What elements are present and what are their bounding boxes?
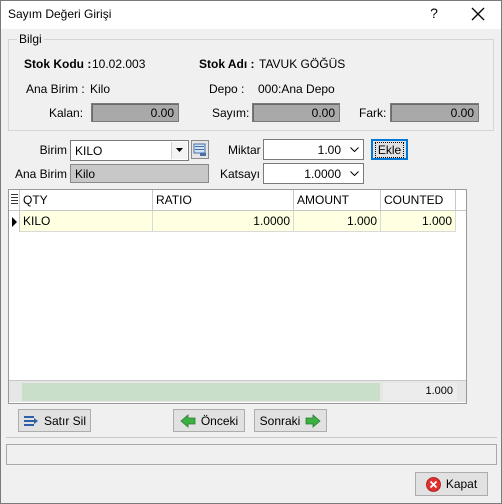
stok-adi-label: Stok Adı : bbox=[199, 57, 255, 71]
kapat-label: Kapat bbox=[445, 477, 478, 491]
birim-combo[interactable]: KILO bbox=[70, 140, 189, 161]
grid-menu-icon[interactable] bbox=[9, 190, 20, 211]
depo-value: 000:Ana Depo bbox=[258, 82, 335, 96]
grid-header: QTY RATIO AMOUNT COUNTED bbox=[9, 190, 466, 211]
miktar-dropdown-button[interactable] bbox=[346, 141, 362, 158]
birim-label: Birim bbox=[39, 143, 67, 157]
onceki-label: Önceki bbox=[200, 413, 239, 428]
grid-footer: 1.000 bbox=[9, 380, 466, 402]
satir-sil-button[interactable]: Satır Sil bbox=[18, 409, 91, 432]
cell-qty[interactable]: KILO bbox=[20, 211, 153, 232]
status-bar bbox=[6, 444, 497, 465]
ekle-button[interactable]: Ekle bbox=[371, 139, 408, 160]
close-icon bbox=[471, 7, 485, 21]
katsayi-input[interactable]: 1.0000 bbox=[263, 163, 364, 184]
cell-amount[interactable]: 1.000 bbox=[294, 211, 381, 232]
title-bar[interactable]: Sayım Değeri Girişi ? bbox=[1, 1, 501, 29]
footer-total: 1.000 bbox=[383, 383, 457, 401]
table-row[interactable]: KILO 1.0000 1.000 1.000 bbox=[9, 211, 466, 232]
depo-label: Depo : bbox=[209, 82, 245, 96]
katsayi-value: 1.0000 bbox=[304, 167, 341, 181]
cell-counted[interactable]: 1.000 bbox=[381, 211, 456, 232]
katsayi-dropdown-button[interactable] bbox=[346, 165, 362, 182]
birim-dropdown-button[interactable] bbox=[171, 142, 187, 159]
onceki-button[interactable]: Önceki bbox=[173, 409, 245, 432]
ana-birim-info-value: Kilo bbox=[90, 82, 111, 96]
miktar-label: Miktar bbox=[228, 143, 261, 157]
cancel-icon bbox=[425, 476, 441, 492]
dropdown-arrow-icon bbox=[176, 148, 183, 152]
ekle-button-label: Ekle bbox=[374, 141, 405, 158]
sonraki-label: Sonraki bbox=[259, 413, 301, 428]
kalan-field: 0.00 bbox=[91, 103, 179, 122]
ana-birim-entry-label: Ana Birim bbox=[14, 167, 67, 181]
chevron-down-icon bbox=[349, 147, 359, 152]
satir-sil-label: Satır Sil bbox=[43, 413, 86, 428]
arrow-left-icon bbox=[180, 413, 196, 428]
lookup-icon bbox=[193, 143, 206, 156]
bilgi-legend: Bilgi bbox=[17, 32, 44, 46]
column-header-qty[interactable]: QTY bbox=[20, 190, 153, 211]
ana-birim-field: Kilo bbox=[70, 164, 209, 183]
window-title: Sayım Değeri Girişi bbox=[8, 7, 112, 21]
close-button[interactable] bbox=[463, 4, 493, 26]
footer-summary-bar bbox=[22, 383, 380, 401]
arrow-right-icon bbox=[305, 413, 321, 428]
sayim-label: Sayım: bbox=[212, 106, 250, 120]
birim-lookup-button[interactable] bbox=[191, 140, 209, 159]
row-pointer-icon bbox=[12, 217, 17, 227]
kalan-label: Kalan: bbox=[49, 106, 84, 120]
dialog-window: Sayım Değeri Girişi ? Bilgi Stok Kodu : … bbox=[0, 0, 502, 504]
birim-combo-value: KILO bbox=[75, 144, 103, 158]
miktar-input[interactable]: 1.00 bbox=[263, 139, 364, 160]
column-header-amount[interactable]: AMOUNT bbox=[294, 190, 381, 211]
separator bbox=[6, 437, 497, 438]
chevron-down-icon bbox=[349, 171, 359, 176]
items-grid[interactable]: QTY RATIO AMOUNT COUNTED KILO 1.0000 1.0… bbox=[8, 189, 467, 404]
fark-field: 0.00 bbox=[390, 103, 479, 122]
column-header-ratio[interactable]: RATIO bbox=[153, 190, 294, 211]
help-button[interactable]: ? bbox=[424, 5, 444, 25]
sayim-field: 0.00 bbox=[252, 103, 340, 122]
ana-birim-info-label: Ana Birim : bbox=[26, 82, 85, 96]
column-header-counted[interactable]: COUNTED bbox=[381, 190, 456, 211]
stok-kodu-label: Stok Kodu : bbox=[24, 57, 92, 71]
bilgi-group: Bilgi Stok Kodu : 10.02.003 Stok Adı : T… bbox=[8, 32, 494, 131]
delete-row-icon bbox=[23, 415, 38, 426]
row-indicator bbox=[9, 211, 20, 232]
fark-label: Fark: bbox=[359, 106, 387, 120]
stok-adi-value: TAVUK GÖĞÜS bbox=[259, 57, 346, 71]
stok-kodu-value: 10.02.003 bbox=[92, 57, 146, 71]
cell-ratio[interactable]: 1.0000 bbox=[153, 211, 294, 232]
katsayi-label: Katsayı bbox=[220, 167, 261, 181]
kapat-button[interactable]: Kapat bbox=[415, 472, 488, 496]
miktar-value: 1.00 bbox=[317, 143, 341, 157]
sonraki-button[interactable]: Sonraki bbox=[254, 409, 327, 432]
